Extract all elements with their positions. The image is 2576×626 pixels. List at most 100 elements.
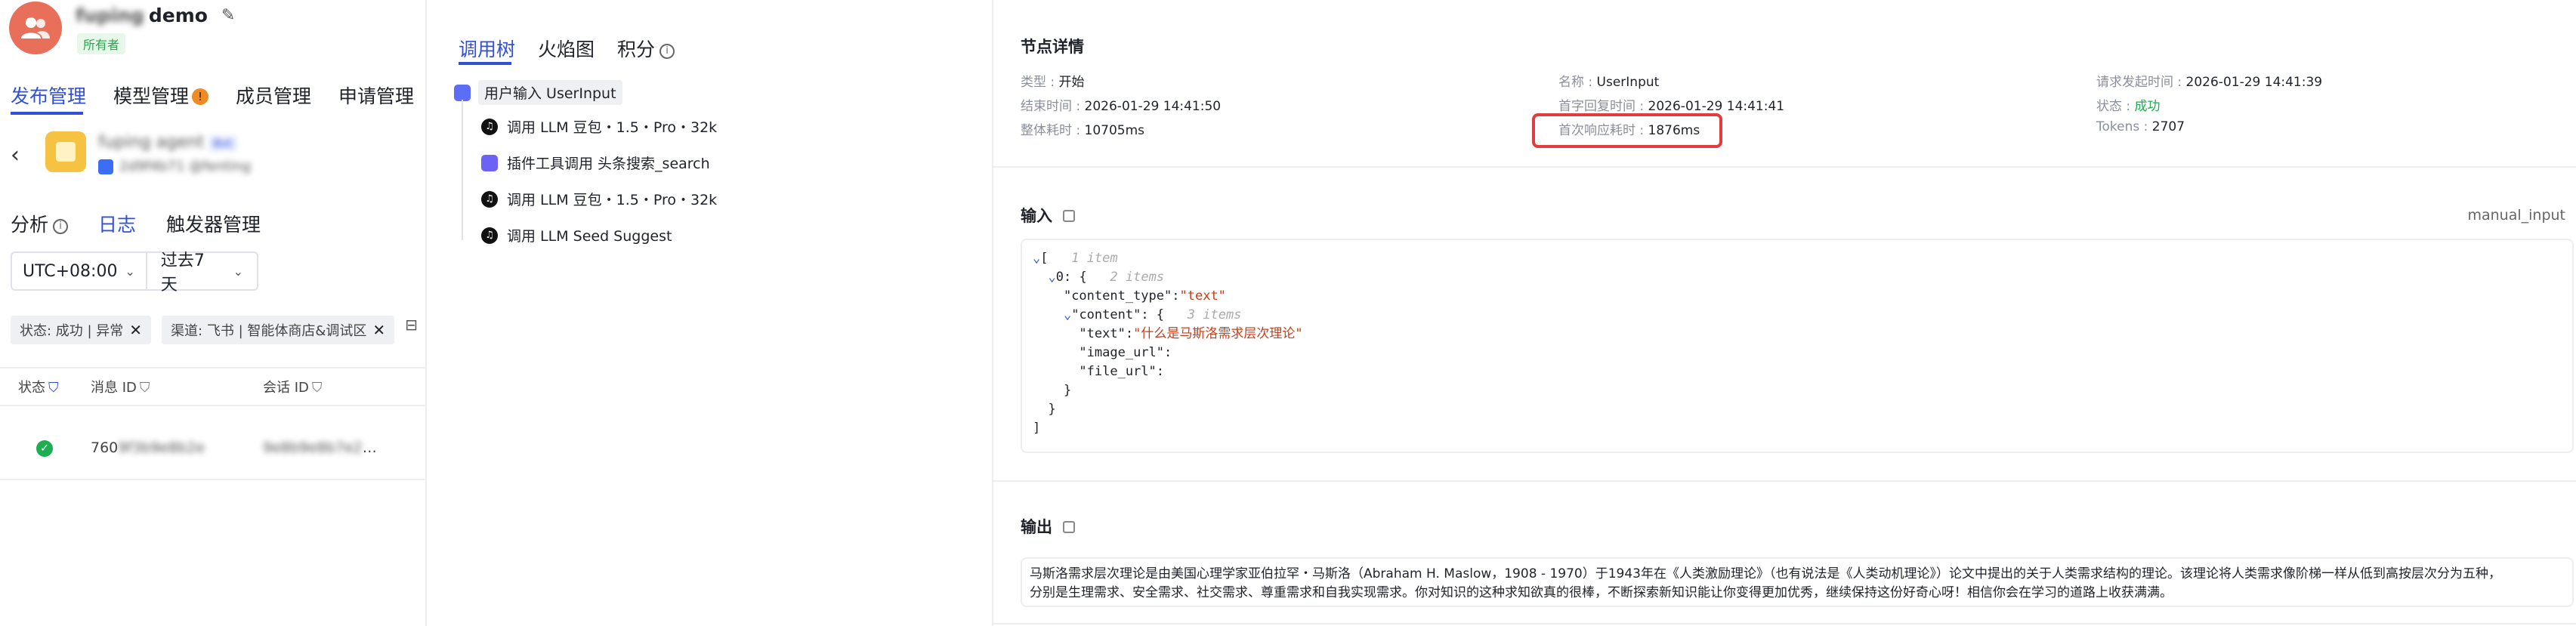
- llm-icon: ♫: [481, 190, 498, 208]
- filter-chips: 状态: 成功 | 异常 ✕ 渠道: 飞书 | 智能体商店&调试区 ✕ ⊟: [11, 316, 418, 344]
- field-tokens-key: Tokens :: [2096, 119, 2152, 134]
- tree-node-label: 调用 LLM Seed Suggest: [507, 228, 672, 245]
- input-json-viewer[interactable]: ⌄[ 1 item ⌄0: { 2 items "content_type":"…: [1021, 239, 2574, 453]
- timezone-select[interactable]: UTC+08:00 ⌄: [12, 253, 147, 289]
- tab-publish[interactable]: 发布管理: [11, 82, 86, 109]
- copy-icon[interactable]: [1063, 521, 1075, 533]
- agent-sub-blurred: 2d9f4b71 @fenting: [119, 159, 251, 174]
- tree-node-label: 调用 LLM 豆包・1.5・Pro・32k: [507, 192, 718, 208]
- collapse-icon[interactable]: ⌄: [1048, 270, 1055, 285]
- tree-node-label: 插件工具调用 头条搜索_search: [507, 156, 710, 172]
- json-count: 2 items: [1110, 270, 1165, 285]
- range-value: 过去7天: [160, 251, 205, 294]
- channel-filter-chip[interactable]: 渠道: 飞书 | 智能体商店&调试区 ✕: [162, 316, 395, 344]
- json-bracket: }: [1048, 402, 1056, 417]
- edit-icon[interactable]: ✎: [221, 6, 235, 25]
- json-line: }: [1033, 400, 2562, 419]
- json-string: "什么是马斯洛需求层次理论": [1133, 326, 1303, 341]
- info-icon[interactable]: i: [53, 219, 69, 234]
- json-count: 1 item: [1071, 251, 1118, 266]
- input-title: 输入: [1021, 207, 1052, 225]
- json-key: "text": [1079, 326, 1126, 341]
- collapse-icon[interactable]: ⌄: [1033, 251, 1040, 266]
- json-string: "text": [1179, 288, 1226, 304]
- field-name-key: 名称 :: [1558, 75, 1597, 90]
- tree-node[interactable]: 插件工具调用 头条搜索_search: [481, 153, 710, 173]
- team-avatar[interactable]: [9, 2, 62, 54]
- field-first-char-time: 首字回复时间 : 2026-01-29 14:41:41: [1558, 95, 1784, 114]
- filter-icon[interactable]: ⛉: [140, 380, 150, 396]
- agent-icon: [45, 131, 86, 172]
- back-arrow-icon[interactable]: ‹: [11, 142, 20, 168]
- close-icon[interactable]: ✕: [372, 321, 385, 339]
- agent-tag: Bot: [208, 136, 237, 151]
- session-id-blurred: 9e8b9e8b7e2: [263, 439, 363, 456]
- call-tree-panel: 调用树 火焰图 积分 i 用户输入 UserInput ♫ 调用 LLM 豆包・1…: [427, 0, 993, 626]
- collapse-icon[interactable]: ⌄: [1064, 307, 1071, 322]
- close-icon[interactable]: ✕: [129, 321, 142, 339]
- success-icon: ✓: [36, 440, 53, 457]
- field-total-latency: 整体耗时 : 10705ms: [1021, 119, 1144, 138]
- json-line: }: [1033, 381, 2562, 400]
- filter-more-icon[interactable]: ⊟: [405, 316, 418, 344]
- tree-node[interactable]: ♫ 调用 LLM 豆包・1.5・Pro・32k: [481, 116, 717, 137]
- table-header: 状态 ⛉ 消息 ID ⛉ 会话 ID ⛉: [0, 367, 425, 406]
- col-session-label: 会话 ID: [263, 380, 309, 396]
- range-select[interactable]: 过去7天 ⌄: [147, 247, 257, 295]
- tab-triggers[interactable]: 触发器管理: [166, 210, 261, 237]
- tab-logs[interactable]: 日志: [98, 210, 136, 237]
- col-session-id: 会话 ID ⛉: [263, 377, 322, 396]
- copy-icon[interactable]: [1063, 210, 1075, 222]
- agent-name-blurred: fuping agent: [98, 133, 205, 152]
- llm-icon: ♫: [481, 118, 498, 135]
- col-msg-id: 消息 ID ⛉: [91, 377, 150, 396]
- agent-subtitle: 2d9f4b71 @fenting: [98, 159, 251, 174]
- session-id-tail: …: [362, 439, 377, 456]
- team-icon: [21, 17, 50, 39]
- left-panel: fupingdemo ✎ 所有者 发布管理 模型管理! 成员管理 申请管理 空 …: [0, 0, 427, 626]
- field-total-key: 整体耗时 :: [1021, 123, 1085, 138]
- json-bracket: }: [1063, 383, 1072, 398]
- tab-call-tree[interactable]: 调用树: [459, 35, 515, 62]
- json-key: 0: [1055, 270, 1064, 285]
- json-line: "file_url":: [1079, 364, 1165, 379]
- json-key: "content_type": [1063, 288, 1172, 304]
- tree-node-label: 调用 LLM 豆包・1.5・Pro・32k: [507, 119, 718, 136]
- json-line: ]: [1033, 419, 2562, 438]
- sub-tabs: 分析 i 日志 触发器管理: [11, 210, 261, 237]
- field-request-value: 2026-01-29 14:41:39: [2185, 75, 2323, 90]
- tab-models[interactable]: 模型管理!: [113, 82, 209, 109]
- json-count: 3 items: [1187, 307, 1242, 322]
- field-type-key: 类型 :: [1021, 75, 1059, 90]
- output-text-box[interactable]: 马斯洛需求层次理论是由美国心理学家亚伯拉罕・马斯洛（Abraham H. Mas…: [1021, 557, 2574, 607]
- table-row[interactable]: ✓ 7609f3b9e8b2e 9e8b9e8b7e2…: [0, 420, 425, 480]
- json-line: ⌄0: { 2 items: [1048, 270, 1165, 285]
- owner-badge: 所有者: [77, 33, 126, 54]
- time-filter: UTC+08:00 ⌄ 过去7天 ⌄: [11, 251, 258, 294]
- filter-icon[interactable]: ⛉: [48, 380, 59, 396]
- tab-requests[interactable]: 申请管理: [338, 82, 414, 109]
- status-filter-label: 状态: 成功 | 异常: [20, 323, 124, 339]
- json-key: "content": [1071, 307, 1141, 322]
- filter-icon[interactable]: ⛉: [312, 380, 323, 396]
- tree-node[interactable]: ♫ 调用 LLM Seed Suggest: [481, 225, 672, 245]
- session-id: 9e8b9e8b7e2…: [263, 439, 377, 456]
- output-line: 分别是生理需求、安全需求、社交需求、尊重需求和自我实现需求。你对知识的这种求知欲…: [1030, 585, 2173, 600]
- tab-members[interactable]: 成员管理: [236, 82, 311, 109]
- col-msg-label: 消息 ID: [91, 380, 137, 396]
- active-tab-indicator: [11, 112, 83, 115]
- field-type: 类型 : 开始: [1021, 71, 1085, 90]
- tab-analysis-label: 分析: [11, 214, 49, 236]
- top-tabs: 发布管理 模型管理! 成员管理 申请管理 空: [11, 82, 425, 109]
- tab-analysis[interactable]: 分析 i: [11, 210, 69, 237]
- tab-flame-graph[interactable]: 火焰图: [538, 35, 595, 62]
- tab-credits[interactable]: 积分 i: [617, 35, 675, 62]
- tree-node[interactable]: ♫ 调用 LLM 豆包・1.5・Pro・32k: [481, 189, 717, 209]
- info-icon[interactable]: i: [659, 44, 675, 59]
- status-filter-chip[interactable]: 状态: 成功 | 异常 ✕: [11, 316, 152, 344]
- agent-name: fuping agent Bot: [98, 133, 237, 152]
- tree-root-node[interactable]: 用户输入 UserInput: [454, 80, 622, 105]
- active-tab-indicator: [459, 62, 511, 65]
- section-divider: [993, 623, 2576, 624]
- message-id-prefix: 760: [91, 439, 119, 456]
